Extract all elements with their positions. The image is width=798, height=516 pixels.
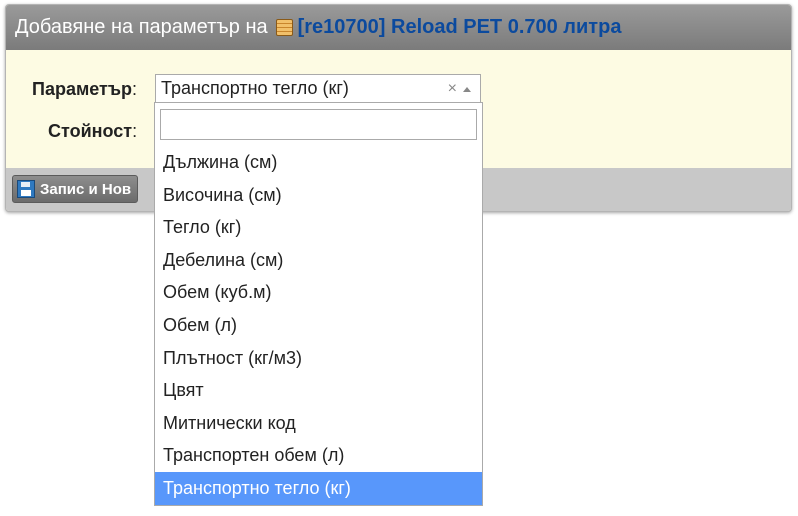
dialog-title: Добавяне на параметър на	[15, 16, 268, 38]
parameter-select[interactable]: Транспортно тегло (кг) ×	[155, 74, 481, 103]
value-label-colon: :	[132, 121, 138, 141]
dropdown-option[interactable]: Митнически код	[155, 407, 482, 440]
dropdown-search-input[interactable]	[160, 109, 477, 140]
parameter-dropdown: Дължина (см) Височина (см) Тегло (кг) Де…	[154, 102, 483, 506]
dropdown-option[interactable]: Обем (л)	[155, 309, 482, 342]
dropdown-option[interactable]: Тегло (кг)	[155, 211, 482, 244]
dropdown-option[interactable]: Плътност (кг/м3)	[155, 342, 482, 375]
product-link[interactable]: [re10700] Reload PET 0.700 литра	[298, 16, 622, 39]
dropdown-option[interactable]: Цвят	[155, 374, 482, 407]
value-label-text: Стойност	[48, 121, 133, 141]
save-and-new-label: Запис и Нов	[40, 180, 132, 198]
clear-icon[interactable]: ×	[448, 75, 457, 102]
parameter-label-text: Параметър	[32, 79, 132, 99]
dropdown-option-selected[interactable]: Транспортно тегло (кг)	[155, 471, 482, 505]
product-box-icon	[275, 19, 293, 36]
parameter-label: Параметър:	[32, 79, 137, 100]
dropdown-option[interactable]: Обем (куб.м)	[155, 276, 482, 309]
dropdown-option[interactable]: Дължина (см)	[155, 146, 482, 179]
save-and-new-button[interactable]: Запис и Нов	[12, 175, 139, 203]
dropdown-option[interactable]: Транспортен обем (л)	[155, 439, 482, 472]
dropdown-options: Дължина (см) Височина (см) Тегло (кг) Де…	[155, 146, 482, 505]
value-label: Стойност:	[48, 121, 137, 142]
parameter-select-value: Транспортно тегло (кг)	[161, 78, 349, 98]
dropdown-option[interactable]: Височина (см)	[155, 179, 482, 212]
dropdown-option[interactable]: Дебелина (см)	[155, 244, 482, 277]
parameter-label-colon: :	[131, 79, 137, 99]
floppy-disk-icon	[17, 180, 35, 198]
dialog-header: Добавяне на параметър на [re10700] Reloa…	[6, 5, 791, 50]
chevron-up-icon[interactable]	[463, 87, 471, 92]
